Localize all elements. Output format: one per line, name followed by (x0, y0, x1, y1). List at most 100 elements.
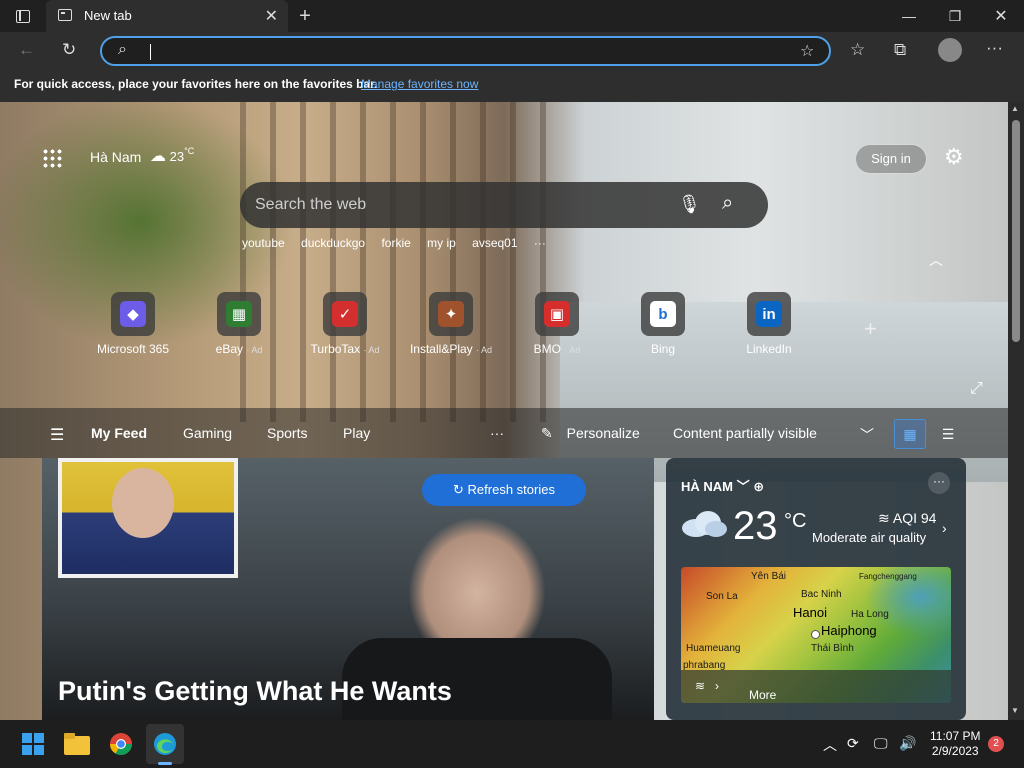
profile-avatar[interactable] (938, 38, 962, 62)
quick-link-tile[interactable]: ▦ (217, 292, 261, 336)
tab-actions-icon[interactable] (0, 0, 46, 32)
refresh-stories-label: Refresh stories (467, 482, 555, 497)
back-arrow-icon[interactable]: ← (18, 40, 35, 60)
ad-label: · Ad (564, 345, 581, 355)
chevron-up-icon[interactable]: ︿ (823, 735, 837, 755)
tab-new-tab[interactable]: New tab ✕ (46, 0, 288, 32)
weather-mini[interactable]: ☁ 23°C (150, 146, 194, 166)
minimize-button[interactable]: — (886, 0, 932, 32)
refresh-icon[interactable]: ↻ (62, 40, 76, 60)
suggestion-item[interactable]: youtube (242, 236, 285, 250)
manage-favorites-link[interactable]: Manage favorites now (361, 77, 478, 91)
ad-label: · Ad (476, 345, 493, 355)
air-quality-map[interactable]: Yên Bái Bac Ninh Son La Hanoi Fangchengg… (681, 567, 951, 703)
quick-link[interactable]: ✦ Install&Play · Ad (406, 292, 496, 356)
quick-link-tile[interactable]: in (747, 292, 791, 336)
windows-start-icon[interactable] (17, 728, 49, 760)
suggestion-item[interactable]: duckduckgo (301, 236, 365, 250)
sync-icon[interactable]: ⟳ (847, 735, 859, 752)
collections-icon[interactable]: ⧉ (894, 40, 906, 60)
volume-icon[interactable]: 🔊 (899, 735, 916, 752)
refresh-icon: ↻ (453, 482, 464, 497)
more-aq-link[interactable]: ≋ More AQ info nearby › (681, 670, 951, 703)
quick-link-tile[interactable]: ✓ (323, 292, 367, 336)
list-view-icon[interactable]: ☰ (932, 419, 964, 449)
settings-gear-icon[interactable]: ⚙ (944, 144, 964, 170)
chevron-right-icon[interactable]: › (942, 520, 947, 536)
weather-more-icon[interactable]: ··· (928, 472, 950, 494)
quick-link[interactable]: ▦ eBay · Ad (194, 292, 284, 356)
microsoft365-icon: ◆ (120, 301, 146, 327)
new-tab-button[interactable]: + (288, 0, 322, 32)
content-visibility-dropdown[interactable]: Content partially visible (673, 425, 817, 441)
close-tab-icon[interactable]: ✕ (265, 6, 278, 26)
address-bar[interactable]: ⌕ ☆ (100, 36, 831, 66)
hero-news-card[interactable]: ↻ Refresh stories Putin's Getting What H… (42, 458, 654, 720)
chrome-icon[interactable] (105, 728, 137, 760)
tab-my-feed[interactable]: My Feed (91, 425, 147, 441)
search-placeholder: Search the web (255, 196, 367, 213)
app-launcher-icon[interactable] (42, 148, 62, 168)
favorites-bar-text: For quick access, place your favorites h… (14, 77, 378, 91)
network-icon[interactable]: 🖵 (874, 735, 888, 752)
quick-link[interactable]: ▣ BMO · Ad (512, 292, 602, 356)
scroll-down-icon[interactable]: ▼ (1011, 706, 1019, 715)
weather-unit: °C (184, 146, 195, 156)
quick-link-tile[interactable]: ✦ (429, 292, 473, 336)
more-suggestions-icon[interactable]: ··· (534, 236, 546, 250)
quick-link-label: eBay · Ad (215, 342, 263, 356)
quick-link[interactable]: b Bing (618, 292, 708, 356)
microphone-icon[interactable]: 🎙 (678, 194, 701, 215)
system-clock[interactable]: 11:07 PM 2/9/2023 (930, 729, 980, 759)
location-label[interactable]: Hà Nam (90, 149, 141, 165)
chevron-down-icon[interactable]: ﹀ (860, 425, 874, 445)
weather-card[interactable]: HÀ NAM ﹀ ⊕ ··· 23 °C ≋ AQI 94 Moderate a… (666, 458, 966, 720)
web-search-box[interactable]: Search the web 🎙 ⌕ (240, 182, 768, 228)
newtab-page-icon (58, 9, 72, 21)
grid-view-icon[interactable]: ▦ (894, 419, 926, 449)
installplay-icon: ✦ (438, 301, 464, 327)
suggestion-item[interactable]: my ip (427, 236, 456, 250)
quick-link-label: Install&Play · Ad (409, 342, 493, 356)
quick-link-label: Bing (650, 342, 676, 356)
scroll-up-icon[interactable]: ▲ (1011, 104, 1019, 113)
tab-play[interactable]: Play (343, 425, 370, 441)
chevron-up-icon[interactable]: ︿ (929, 250, 943, 270)
add-quick-link-icon[interactable]: + (864, 316, 877, 342)
weather-card-location[interactable]: HÀ NAM ﹀ ⊕ (681, 476, 764, 495)
scrollbar-thumb[interactable] (1012, 120, 1020, 342)
quick-link[interactable]: ◆ Microsoft 365 (88, 292, 178, 356)
suggestion-item[interactable]: avseq01 (472, 236, 517, 250)
hamburger-menu-icon[interactable]: ☰ (50, 425, 64, 445)
content-visibility-label: Content partially visible (673, 425, 817, 441)
quick-link-tile[interactable]: b (641, 292, 685, 336)
sign-in-button[interactable]: Sign in (855, 144, 927, 174)
tab-gaming[interactable]: Gaming (183, 425, 232, 441)
tab-sports[interactable]: Sports (267, 425, 307, 441)
page-scrollbar[interactable]: ▲ ▼ (1008, 102, 1024, 720)
edge-icon[interactable] (146, 724, 184, 765)
add-favorite-icon[interactable]: ☆ (800, 41, 814, 61)
quick-link-label: Microsoft 365 (96, 342, 170, 356)
personalize-button[interactable]: ✎ Personalize (541, 425, 640, 442)
favorites-icon[interactable]: ☆ (850, 40, 865, 60)
aqi-value: ≋ AQI 94 (878, 510, 937, 526)
more-tabs-icon[interactable]: ··· (490, 425, 504, 441)
quick-link-tile[interactable]: ◆ (111, 292, 155, 336)
more-menu-icon[interactable]: ··· (986, 38, 1003, 58)
close-window-button[interactable]: ✕ (978, 0, 1024, 32)
feed-navigation: ☰ My Feed Gaming Sports Play ··· ✎ Perso… (0, 408, 1008, 458)
weather-temp: 23 (169, 149, 185, 164)
quick-link[interactable]: in LinkedIn (724, 292, 814, 356)
quick-link-tile[interactable]: ▣ (535, 292, 579, 336)
file-explorer-icon[interactable] (61, 728, 93, 760)
search-icon[interactable]: ⌕ (722, 192, 733, 215)
refresh-stories-button[interactable]: ↻ Refresh stories (422, 474, 586, 506)
suggestion-item[interactable]: forkie (381, 236, 410, 250)
hero-headline[interactable]: Putin's Getting What He Wants (58, 676, 452, 707)
expand-icon[interactable]: ⤢ (970, 380, 983, 398)
quick-link[interactable]: ✓ TurboTax · Ad (300, 292, 390, 356)
notification-badge[interactable]: 2 (988, 736, 1004, 752)
map-marker (811, 630, 820, 639)
restore-button[interactable]: ❐ (932, 0, 978, 32)
